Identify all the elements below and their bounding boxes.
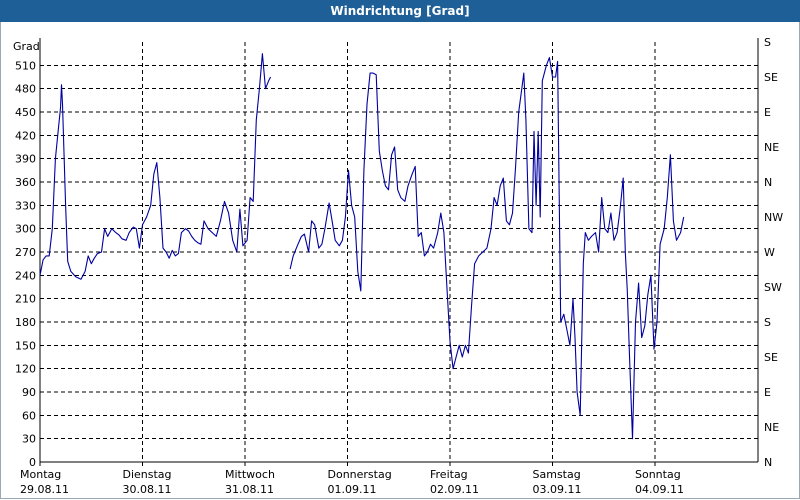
- y-tick-label: 360: [15, 176, 36, 189]
- x-tick-date: 04.09.11: [635, 483, 684, 496]
- x-axis-ticks: Montag 29.08.11 Dienstag 30.08.11 Mittwoch 31…: [20, 468, 684, 496]
- y-tick-label: 120: [15, 363, 36, 376]
- y-tick-label: 420: [15, 129, 36, 142]
- x-tick-day: Samstag: [533, 468, 581, 481]
- x-tick-date: 30.08.11: [123, 483, 172, 496]
- right-tick-label: N: [764, 456, 772, 469]
- right-tick-label: SW: [764, 281, 782, 294]
- x-tick-day: Donnerstag: [328, 468, 392, 481]
- right-tick-label: NE: [764, 421, 779, 434]
- right-axis-ticks: N NE E SE S SW W NW N NE E SE S: [764, 36, 783, 469]
- y-tick-label: 240: [15, 269, 36, 282]
- y-axis-ticks: 0306090120150180210240270300330360390420…: [15, 59, 36, 469]
- chart-grid: [40, 42, 758, 462]
- y-tick-label: 330: [15, 199, 36, 212]
- right-tick-label: SE: [764, 71, 778, 84]
- y-tick-label: 60: [22, 409, 36, 422]
- x-tick-day: Dienstag: [123, 468, 172, 481]
- y-tick-label: 450: [15, 106, 36, 119]
- y-tick-label: 270: [15, 246, 36, 259]
- y-tick-label: 510: [15, 59, 36, 72]
- right-tick-label: W: [764, 246, 775, 259]
- right-tick-label: NE: [764, 141, 779, 154]
- y-tick-label: 180: [15, 316, 36, 329]
- y-tick-label: 300: [15, 223, 36, 236]
- data-series: [39, 53, 685, 440]
- x-tick-day: Montag: [20, 468, 61, 481]
- x-tick-date: 03.09.11: [533, 483, 582, 496]
- y-tick-label: 480: [15, 83, 36, 96]
- series-line: [39, 53, 272, 280]
- right-tick-label: E: [764, 106, 771, 119]
- x-tick-day: Mittwoch: [225, 468, 275, 481]
- y-tick-label: 30: [22, 433, 36, 446]
- right-tick-label: NW: [764, 211, 783, 224]
- y-tick-label: 90: [22, 386, 36, 399]
- x-tick-date: 01.09.11: [328, 483, 377, 496]
- series-line: [289, 57, 685, 440]
- x-tick-date: 29.08.11: [20, 483, 69, 496]
- y-axis-label: Grad: [13, 40, 40, 53]
- right-tick-label: E: [764, 386, 771, 399]
- right-tick-label: N: [764, 176, 772, 189]
- right-tick-label: SE: [764, 351, 778, 364]
- y-tick-label: 390: [15, 153, 36, 166]
- right-tick-label: S: [764, 36, 771, 49]
- right-tick-label: S: [764, 316, 771, 329]
- x-tick-date: 31.08.11: [225, 483, 274, 496]
- y-tick-label: 210: [15, 293, 36, 306]
- y-tick-label: 150: [15, 339, 36, 352]
- wind-direction-chart: 0306090120150180210240270300330360390420…: [13, 36, 783, 496]
- x-tick-date: 02.09.11: [430, 483, 479, 496]
- x-tick-day: Freitag: [430, 468, 468, 481]
- x-tick-day: Sonntag: [635, 468, 681, 481]
